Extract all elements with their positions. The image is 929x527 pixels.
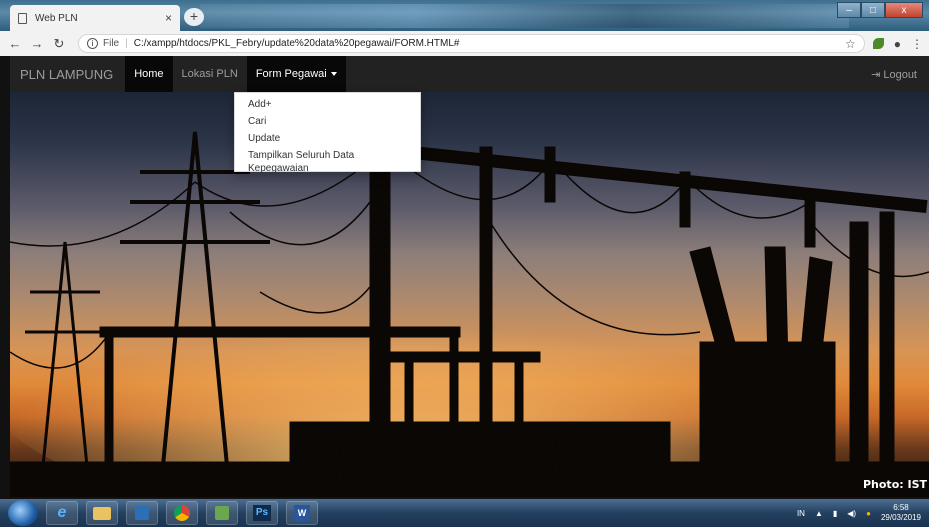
network-icon[interactable]: ● <box>866 509 871 518</box>
logout-link[interactable]: ⇥ Logout <box>871 68 929 81</box>
tab-title: Web PLN <box>35 12 78 24</box>
address-bar[interactable]: i File | C:/xampp/htdocs/PKL_Febry/updat… <box>78 34 865 53</box>
minimize-button[interactable]: – <box>837 2 861 18</box>
editor-icon <box>215 506 229 520</box>
brand-logo-text[interactable]: PLN LAMPUNG <box>10 67 125 82</box>
document-icon <box>18 12 27 24</box>
hero-image: Photo: IST <box>10 92 929 497</box>
site-navbar: PLN LAMPUNG Home Lokasi PLN Form Pegawai… <box>10 56 929 92</box>
form-pegawai-dropdown-menu: Add+ Cari Update Tampilkan Seluruh Data … <box>234 92 421 174</box>
clock[interactable]: 6:58 29/03/2019 <box>881 503 921 523</box>
close-window-button[interactable]: x <box>885 2 923 18</box>
info-icon[interactable]: i <box>87 38 98 49</box>
separator: | <box>125 38 128 49</box>
windows-taskbar: e Ps W IN ▲ ▮ ◀) ● 6:58 29/03/2019 <box>0 499 929 527</box>
window-controls: – □ x <box>837 2 923 18</box>
screen: Web PLN × + – □ x ← → ↻ i File | C:/xamp… <box>0 0 929 527</box>
profile-icon[interactable]: ● <box>894 37 901 51</box>
folder-icon <box>93 506 111 520</box>
new-tab-button[interactable]: + <box>184 8 204 26</box>
logout-icon: ⇥ <box>871 68 881 81</box>
nav-form-pegawai[interactable]: Form Pegawai <box>246 56 346 92</box>
web-page: PLN LAMPUNG Home Lokasi PLN Form Pegawai… <box>0 56 929 499</box>
chrome-icon <box>174 505 190 521</box>
taskbar-chrome-button[interactable] <box>166 501 198 525</box>
nav-lokasi-pln[interactable]: Lokasi PLN <box>173 56 247 92</box>
taskbar-explorer-button[interactable] <box>86 501 118 525</box>
address-toolbar: ← → ↻ i File | C:/xampp/htdocs/PKL_Febry… <box>0 31 929 56</box>
browser-tab[interactable]: Web PLN × <box>10 5 180 31</box>
nav-home[interactable]: Home <box>125 56 173 92</box>
dropdown-item-update[interactable]: Update <box>235 130 420 147</box>
media-player-icon <box>135 506 149 520</box>
url-text[interactable]: C:/xampp/htdocs/PKL_Febry/update%20data%… <box>134 38 845 49</box>
photoshop-icon: Ps <box>253 505 271 521</box>
taskbar-word-button[interactable]: W <box>286 501 318 525</box>
menu-kebab-icon[interactable]: ⋮ <box>911 37 923 51</box>
internet-explorer-icon: e <box>57 504 67 521</box>
logout-label: Logout <box>883 68 917 81</box>
dropdown-item-add[interactable]: Add+ <box>235 96 420 113</box>
forward-arrow-icon[interactable]: → <box>28 36 46 51</box>
bookmark-star-icon[interactable]: ☆ <box>845 37 856 51</box>
taskbar-editor-button[interactable] <box>206 501 238 525</box>
extension-icons: ● ⋮ <box>872 37 923 51</box>
taskbar-media-button[interactable] <box>126 501 158 525</box>
system-tray: IN ▲ ▮ ◀) ● 6:58 29/03/2019 <box>797 503 929 523</box>
maximize-button[interactable]: □ <box>861 2 885 18</box>
browser-tab-strip: Web PLN × + – □ x <box>0 0 929 31</box>
volume-icon[interactable]: ◀) <box>847 509 856 518</box>
file-scheme-label: File <box>103 38 120 49</box>
clock-date: 29/03/2019 <box>880 513 921 522</box>
clock-time: 6:58 <box>893 503 909 512</box>
photo-credit: Photo: IST <box>862 478 927 491</box>
caret-down-icon <box>330 72 337 77</box>
tray-expand-icon[interactable]: ▲ <box>815 509 823 518</box>
word-icon: W <box>294 505 310 521</box>
dropdown-item-cari[interactable]: Cari <box>235 113 420 130</box>
taskbar-ie-button[interactable]: e <box>46 501 78 525</box>
extension-icon[interactable] <box>872 38 884 49</box>
power-station-silhouette <box>10 131 929 497</box>
start-button[interactable] <box>8 500 38 526</box>
taskbar-photoshop-button[interactable]: Ps <box>246 501 278 525</box>
back-arrow-icon[interactable]: ← <box>6 36 24 51</box>
reload-icon[interactable]: ↻ <box>50 36 68 52</box>
tab-close-icon[interactable]: × <box>165 11 172 25</box>
nav-form-pegawai-label: Form Pegawai <box>255 68 327 80</box>
language-indicator[interactable]: IN <box>797 509 805 518</box>
battery-icon[interactable]: ▮ <box>833 509 837 518</box>
dropdown-item-tampilkan-data[interactable]: Tampilkan Seluruh Data Kepegawaian <box>235 147 420 174</box>
